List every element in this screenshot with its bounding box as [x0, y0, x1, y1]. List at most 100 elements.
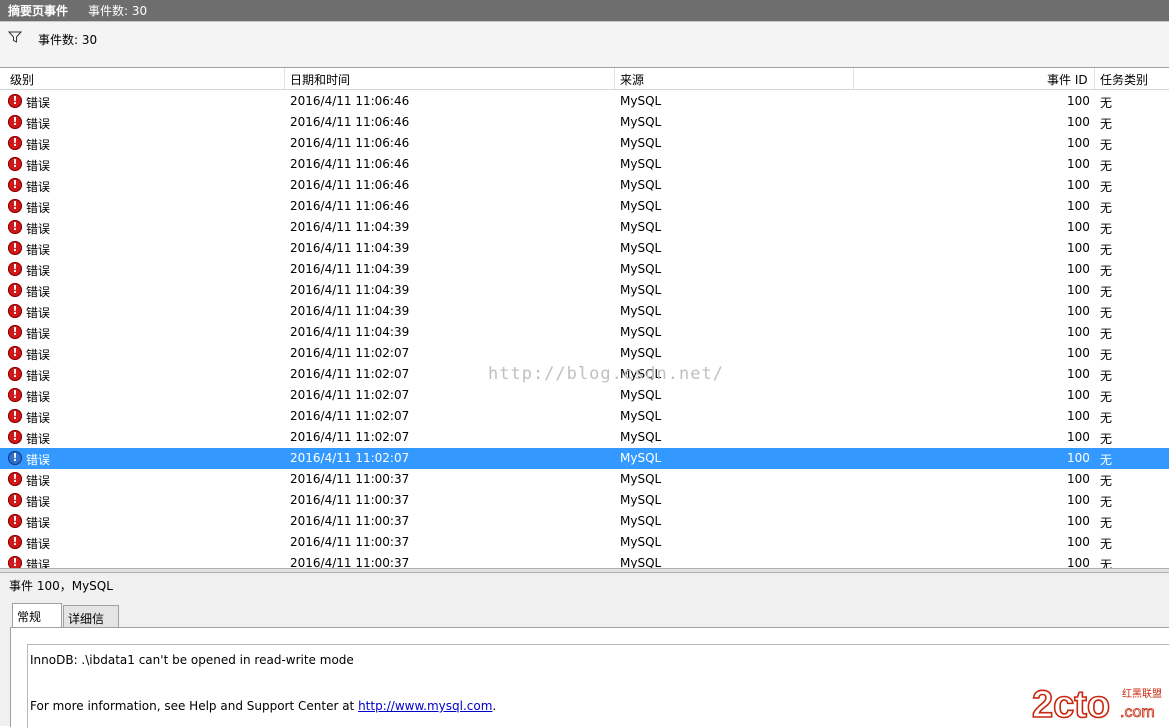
table-row[interactable]: ! 错误 2016/4/11 11:02:07 MySQL 100 无 — [0, 427, 1169, 448]
event-message: InnoDB: .\ibdata1 can't be opened in rea… — [30, 653, 354, 667]
column-header-source[interactable]: 来源 — [620, 71, 644, 88]
column-separator[interactable] — [614, 68, 615, 89]
table-row[interactable]: ! 错误 2016/4/11 11:06:46 MySQL 100 无 — [0, 91, 1169, 112]
table-row[interactable]: ! 错误 2016/4/11 11:06:46 MySQL 100 无 — [0, 196, 1169, 217]
row-datetime: 2016/4/11 11:04:39 — [290, 325, 410, 339]
row-datetime: 2016/4/11 11:06:46 — [290, 157, 410, 171]
table-row[interactable]: ! 错误 2016/4/11 11:00:37 MySQL 100 无 — [0, 511, 1169, 532]
row-datetime: 2016/4/11 11:06:46 — [290, 136, 410, 150]
row-datetime: 2016/4/11 11:04:39 — [290, 283, 410, 297]
row-source: MySQL — [620, 367, 662, 381]
row-event-id: 100 — [1067, 220, 1090, 234]
tab-details[interactable]: 详细信息 — [63, 605, 119, 643]
row-datetime: 2016/4/11 11:00:37 — [290, 535, 410, 549]
column-separator[interactable] — [284, 68, 285, 89]
tab-general[interactable]: 常规 — [12, 603, 62, 629]
row-task-category: 无 — [1100, 201, 1113, 215]
column-header-datetime[interactable]: 日期和时间 — [290, 71, 350, 88]
filter-icon[interactable] — [8, 30, 22, 44]
logo-tag: 红黑联盟 — [1122, 687, 1162, 700]
table-row[interactable]: ! 错误 2016/4/11 11:02:07 MySQL 100 无 — [0, 343, 1169, 364]
row-source: MySQL — [620, 388, 662, 402]
filter-event-count: 事件数: 30 — [38, 33, 98, 47]
row-task-category: 无 — [1100, 348, 1113, 362]
error-icon: ! — [8, 94, 22, 108]
row-event-id: 100 — [1067, 304, 1090, 318]
table-row[interactable]: ! 错误 2016/4/11 11:02:07 MySQL 100 无 — [0, 364, 1169, 385]
row-task-category: 无 — [1100, 159, 1113, 173]
row-event-id: 100 — [1067, 451, 1090, 465]
row-datetime: 2016/4/11 11:04:39 — [290, 241, 410, 255]
more-info-suffix: . — [492, 699, 497, 713]
column-header-level[interactable]: 级别 — [10, 71, 34, 88]
row-datetime: 2016/4/11 11:04:39 — [290, 262, 410, 276]
row-task-category: 无 — [1100, 327, 1113, 341]
row-datetime: 2016/4/11 11:02:07 — [290, 367, 410, 381]
error-icon: ! — [8, 367, 22, 381]
column-header-event-id[interactable]: 事件 ID — [1047, 71, 1088, 88]
table-row[interactable]: ! 错误 2016/4/11 11:02:07 MySQL 100 无 — [0, 406, 1169, 427]
logo-suffix: .com — [1120, 704, 1155, 721]
row-level: 错误 — [26, 474, 51, 488]
row-source: MySQL — [620, 472, 662, 486]
table-row[interactable]: ! 错误 2016/4/11 11:04:39 MySQL 100 无 — [0, 238, 1169, 259]
error-icon: ! — [8, 451, 22, 465]
row-source: MySQL — [620, 283, 662, 297]
filter-bar: 事件数: 30 — [0, 21, 1169, 67]
table-row[interactable]: ! 错误 2016/4/11 11:06:46 MySQL 100 无 — [0, 112, 1169, 133]
table-row[interactable]: ! 错误 2016/4/11 11:00:37 MySQL 100 无 — [0, 532, 1169, 553]
mysql-help-link[interactable]: http://www.mysql.com — [358, 699, 492, 713]
row-task-category: 无 — [1100, 495, 1113, 509]
row-level: 错误 — [26, 453, 51, 467]
column-header-task-category[interactable]: 任务类别 — [1100, 71, 1148, 88]
table-row[interactable]: ! 错误 2016/4/11 11:00:37 MySQL 100 无 — [0, 469, 1169, 490]
table-row[interactable]: ! 错误 2016/4/11 11:04:39 MySQL 100 无 — [0, 301, 1169, 322]
row-level: 错误 — [26, 117, 51, 131]
row-event-id: 100 — [1067, 535, 1090, 549]
table-row[interactable]: ! 错误 2016/4/11 11:00:37 MySQL 100 无 — [0, 490, 1169, 511]
tab-general-label: 常规 — [17, 610, 42, 624]
error-icon: ! — [8, 178, 22, 192]
table-row[interactable]: ! 错误 2016/4/11 11:06:46 MySQL 100 无 — [0, 133, 1169, 154]
event-message-box[interactable]: InnoDB: .\ibdata1 can't be opened in rea… — [27, 644, 1169, 728]
row-task-category: 无 — [1100, 222, 1113, 236]
row-datetime: 2016/4/11 11:06:46 — [290, 199, 410, 213]
column-separator[interactable] — [853, 68, 854, 89]
summary-event-count: 事件数: 30 — [88, 4, 148, 18]
row-level: 错误 — [26, 348, 51, 362]
row-level: 错误 — [26, 201, 51, 215]
table-row[interactable]: ! 错误 2016/4/11 11:06:46 MySQL 100 无 — [0, 154, 1169, 175]
row-level: 错误 — [26, 285, 51, 299]
row-source: MySQL — [620, 409, 662, 423]
row-datetime: 2016/4/11 11:04:39 — [290, 304, 410, 318]
table-row[interactable]: ! 错误 2016/4/11 11:04:39 MySQL 100 无 — [0, 217, 1169, 238]
general-tab-panel: InnoDB: .\ibdata1 can't be opened in rea… — [10, 627, 1169, 728]
event-list[interactable]: 级别 日期和时间 来源 事件 ID 任务类别 ! 错误 2016/4/11 11:0… — [0, 67, 1169, 569]
table-row[interactable]: ! 错误 2016/4/11 11:06:46 MySQL 100 无 — [0, 175, 1169, 196]
row-event-id: 100 — [1067, 493, 1090, 507]
column-separator[interactable] — [1094, 68, 1095, 89]
error-icon: ! — [8, 430, 22, 444]
row-level: 错误 — [26, 222, 51, 236]
row-level: 错误 — [26, 264, 51, 278]
row-level: 错误 — [26, 495, 51, 509]
row-event-id: 100 — [1067, 241, 1090, 255]
table-row[interactable]: ! 错误 2016/4/11 11:04:39 MySQL 100 无 — [0, 259, 1169, 280]
error-icon: ! — [8, 199, 22, 213]
row-event-id: 100 — [1067, 472, 1090, 486]
error-icon: ! — [8, 409, 22, 423]
table-row[interactable]: ! 错误 2016/4/11 11:02:07 MySQL 100 无 — [0, 448, 1169, 469]
table-row[interactable]: ! 错误 2016/4/11 11:00:37 MySQL 100 无 — [0, 553, 1169, 569]
row-level: 错误 — [26, 138, 51, 152]
error-icon: ! — [8, 388, 22, 402]
logo-brand: 2cto — [1032, 684, 1110, 723]
table-row[interactable]: ! 错误 2016/4/11 11:04:39 MySQL 100 无 — [0, 322, 1169, 343]
row-event-id: 100 — [1067, 388, 1090, 402]
row-task-category: 无 — [1100, 306, 1113, 320]
row-datetime: 2016/4/11 11:02:07 — [290, 430, 410, 444]
table-row[interactable]: ! 错误 2016/4/11 11:04:39 MySQL 100 无 — [0, 280, 1169, 301]
row-source: MySQL — [620, 430, 662, 444]
row-level: 错误 — [26, 327, 51, 341]
table-row[interactable]: ! 错误 2016/4/11 11:02:07 MySQL 100 无 — [0, 385, 1169, 406]
row-task-category: 无 — [1100, 390, 1113, 404]
